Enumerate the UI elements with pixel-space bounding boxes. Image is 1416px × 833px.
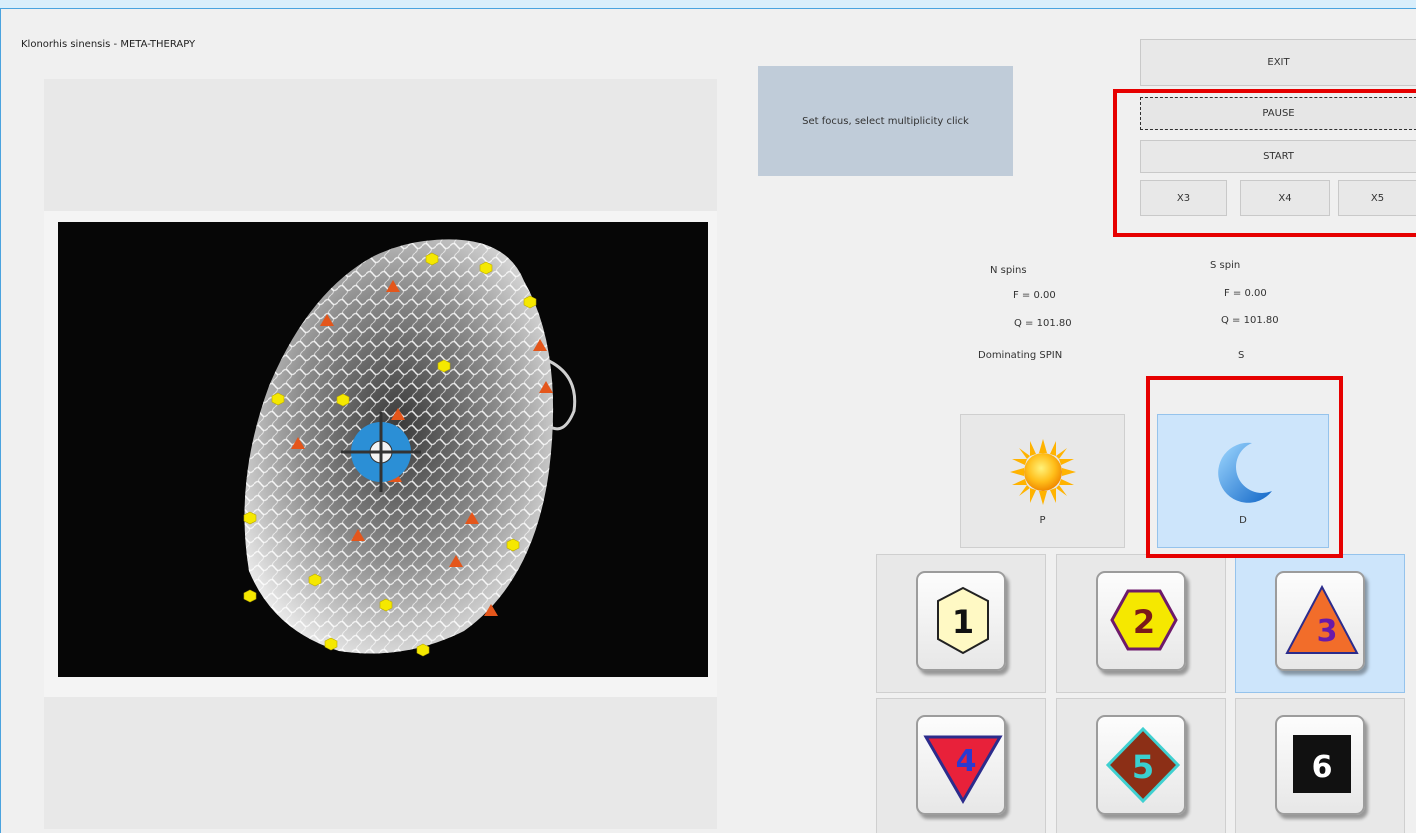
tile-5[interactable]: 5 xyxy=(1056,698,1226,833)
dominating-spin-label: Dominating SPIN xyxy=(978,350,1063,361)
yellow-marker xyxy=(243,589,257,603)
tile-2-number: 2 xyxy=(1133,603,1155,641)
window-title: Klonorhis sinensis - META-THERAPY xyxy=(21,39,196,50)
n-spins-title: N spins xyxy=(990,265,1027,276)
tile-5-plate: 5 xyxy=(1096,715,1186,815)
tile-6-number: 6 xyxy=(1312,750,1333,785)
tile-1[interactable]: 1 xyxy=(876,554,1046,693)
d-spin-label: D xyxy=(1239,515,1247,526)
hexagon-1-icon: 1 xyxy=(937,586,989,655)
multiplicity-x5-button[interactable]: X5 xyxy=(1338,180,1416,216)
tile-3-plate: 3 xyxy=(1275,571,1365,671)
pause-button[interactable]: PAUSE xyxy=(1140,97,1416,130)
yellow-marker xyxy=(437,359,451,373)
tile-4[interactable]: 4 xyxy=(876,698,1046,833)
yellow-marker xyxy=(506,538,520,552)
yellow-marker xyxy=(479,261,493,275)
start-button[interactable]: START xyxy=(1140,140,1416,173)
exit-button[interactable]: EXIT xyxy=(1140,39,1416,86)
p-spin-label: P xyxy=(1039,515,1046,526)
triangle-4-icon: 4 xyxy=(923,735,1003,804)
n-spins-q: Q = 101.80 xyxy=(1014,318,1072,329)
square-6-icon: 6 xyxy=(1293,735,1351,793)
tile-3-number: 3 xyxy=(1317,614,1338,649)
tile-5-number: 5 xyxy=(1132,748,1154,786)
diamond-5-icon: 5 xyxy=(1105,726,1181,804)
tile-6[interactable]: 6 xyxy=(1235,698,1405,833)
yellow-marker xyxy=(379,598,393,612)
multiplicity-x3-button[interactable]: X3 xyxy=(1140,180,1227,216)
moon-icon xyxy=(1218,442,1272,503)
tile-4-number: 4 xyxy=(956,744,977,779)
yellow-marker xyxy=(523,295,537,309)
triangle-3-icon: 3 xyxy=(1285,584,1359,654)
yellow-marker xyxy=(243,511,257,525)
p-spin-button[interactable]: P xyxy=(960,414,1125,548)
s-spin-f: F = 0.00 xyxy=(1224,288,1267,299)
specimen-image-frame xyxy=(44,211,717,697)
dominating-spin-value: S xyxy=(1238,350,1245,361)
tile-1-number: 1 xyxy=(952,603,974,641)
tile-2-plate: 2 xyxy=(1096,571,1186,671)
tile-4-plate: 4 xyxy=(916,715,1006,815)
tile-2[interactable]: 2 xyxy=(1056,554,1226,693)
d-spin-button[interactable]: D xyxy=(1157,414,1329,548)
tile-6-plate: 6 xyxy=(1275,715,1365,815)
multiplicity-x4-button[interactable]: X4 xyxy=(1240,180,1330,216)
image-panel xyxy=(44,79,717,829)
info-message-text: Set focus, select multiplicity click xyxy=(802,115,969,127)
yellow-marker xyxy=(271,392,285,406)
sun-icon xyxy=(1009,439,1076,505)
info-message: Set focus, select multiplicity click xyxy=(758,66,1013,176)
hexagon-2-icon: 2 xyxy=(1110,589,1178,651)
s-spin-title: S spin xyxy=(1210,260,1241,271)
yellow-marker xyxy=(416,643,430,657)
yellow-marker xyxy=(336,393,350,407)
tile-3[interactable]: 3 xyxy=(1235,554,1405,693)
tile-1-plate: 1 xyxy=(916,571,1006,671)
yellow-marker xyxy=(324,637,338,651)
n-spins-f: F = 0.00 xyxy=(1013,290,1056,301)
yellow-marker xyxy=(308,573,322,587)
app-window: Klonorhis sinensis - META-THERAPY Set fo… xyxy=(0,8,1416,833)
s-spin-q: Q = 101.80 xyxy=(1221,315,1279,326)
specimen-image[interactable] xyxy=(44,211,717,697)
yellow-marker xyxy=(425,252,439,266)
